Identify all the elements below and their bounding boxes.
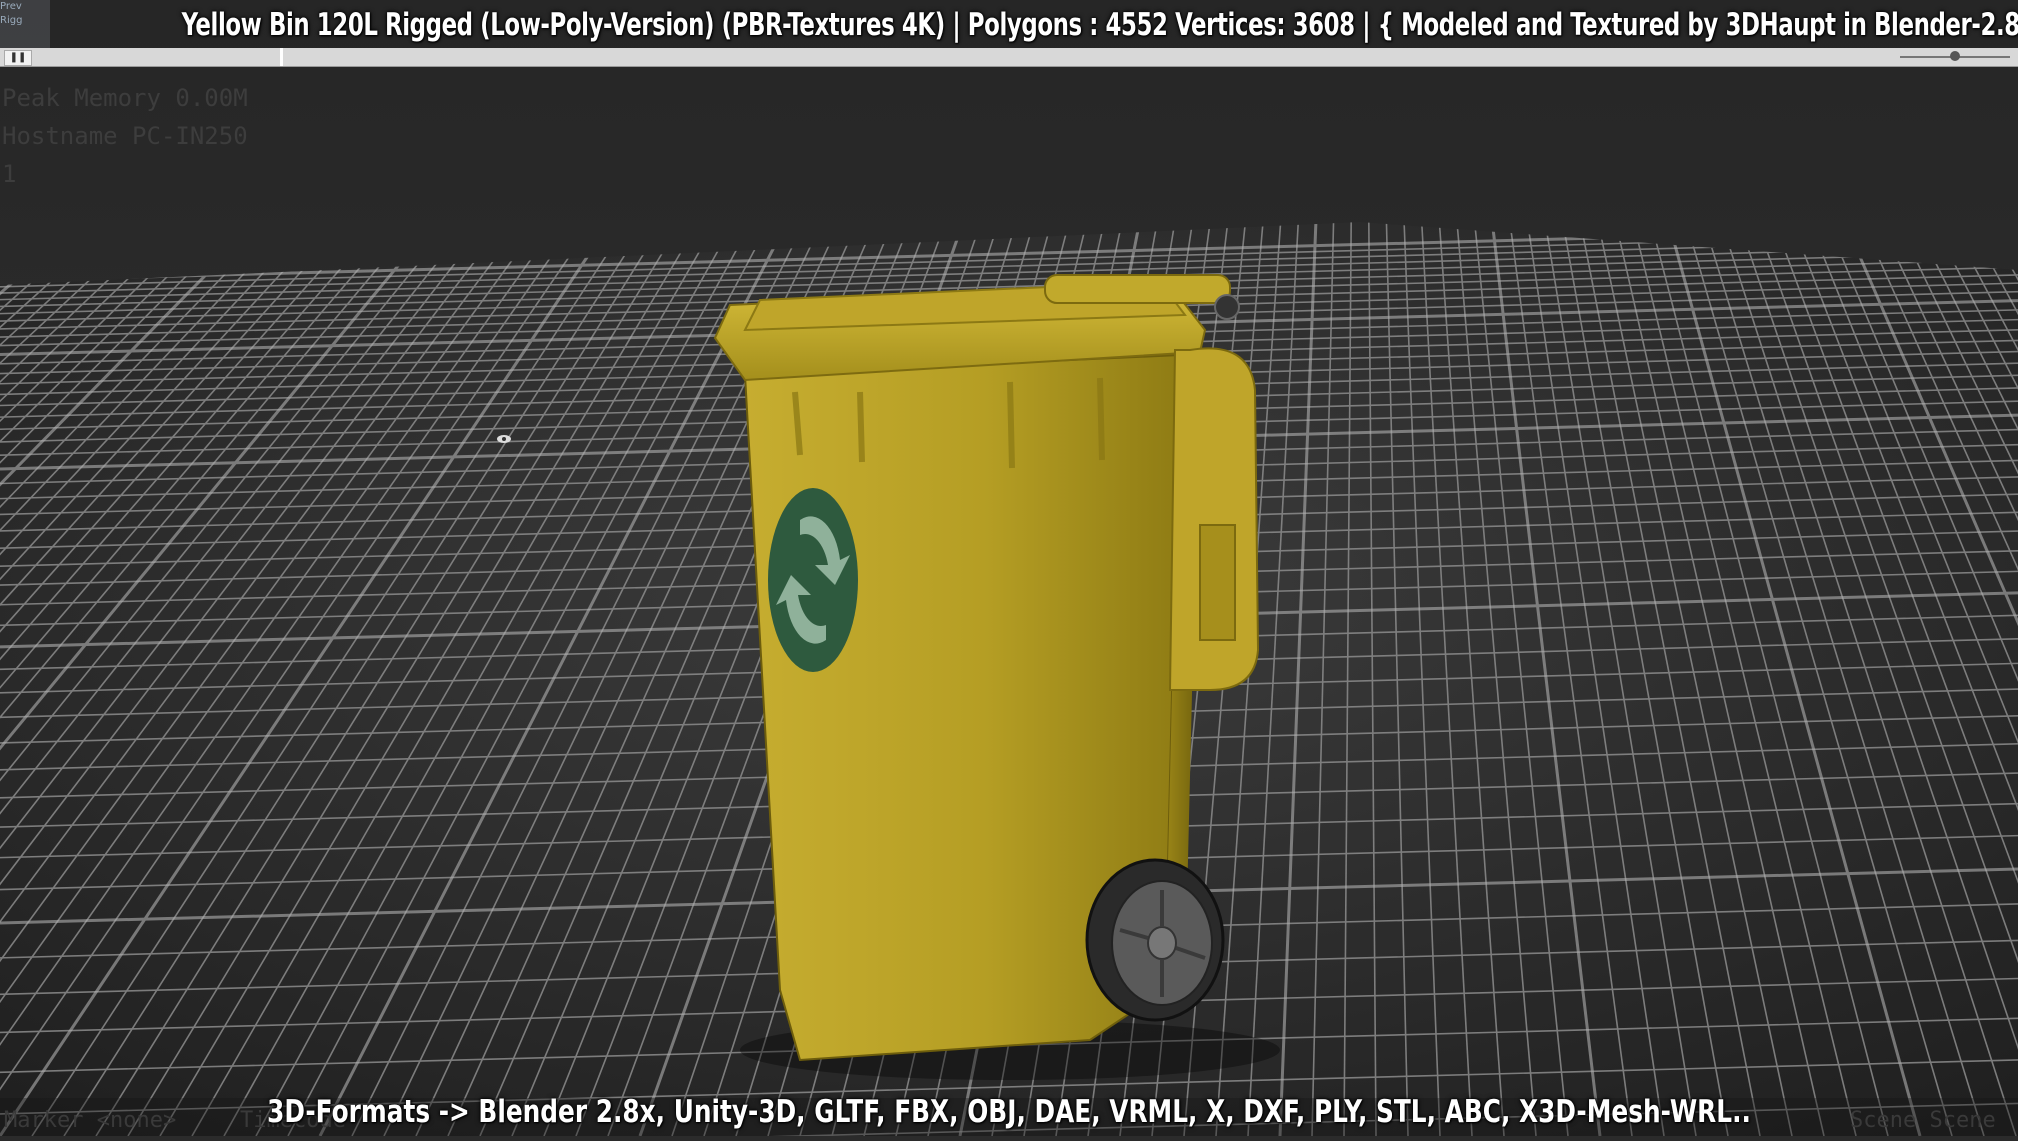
scene-label: Scene Scene — [1850, 1108, 1996, 1133]
3d-viewport[interactable] — [0, 0, 2018, 1136]
top-left-panel: Prev Rigg — [0, 0, 50, 48]
viewport-scene — [0, 0, 2018, 1136]
yellow-bin-model — [713, 274, 1260, 1062]
pause-icon[interactable]: ❚❚ — [4, 50, 32, 66]
zoom-slider-knob[interactable] — [1950, 51, 1960, 61]
hud-hostname: Hostname PC-IN250 — [2, 122, 248, 150]
green-dot-logo — [768, 488, 858, 672]
hud-count: 1 — [2, 160, 17, 188]
model-title: Yellow Bin 120L Rigged (Low-Poly-Version… — [181, 7, 2018, 43]
marker-label: Marker <none> — [4, 1108, 177, 1133]
timeline-bar[interactable]: ❚❚ — [0, 48, 2018, 67]
timeline-playhead[interactable] — [280, 48, 283, 66]
bin-wheel — [1085, 858, 1225, 1022]
eye-icon — [497, 435, 511, 443]
hud-peak-memory: Peak Memory 0.00M — [2, 84, 248, 112]
formats-caption: 3D-Formats -> Blender 2.8x, Unity-3D, GL… — [267, 1094, 1751, 1130]
top-left-label-2: Rigg — [0, 15, 23, 26]
top-left-label-1: Prev — [0, 1, 22, 12]
